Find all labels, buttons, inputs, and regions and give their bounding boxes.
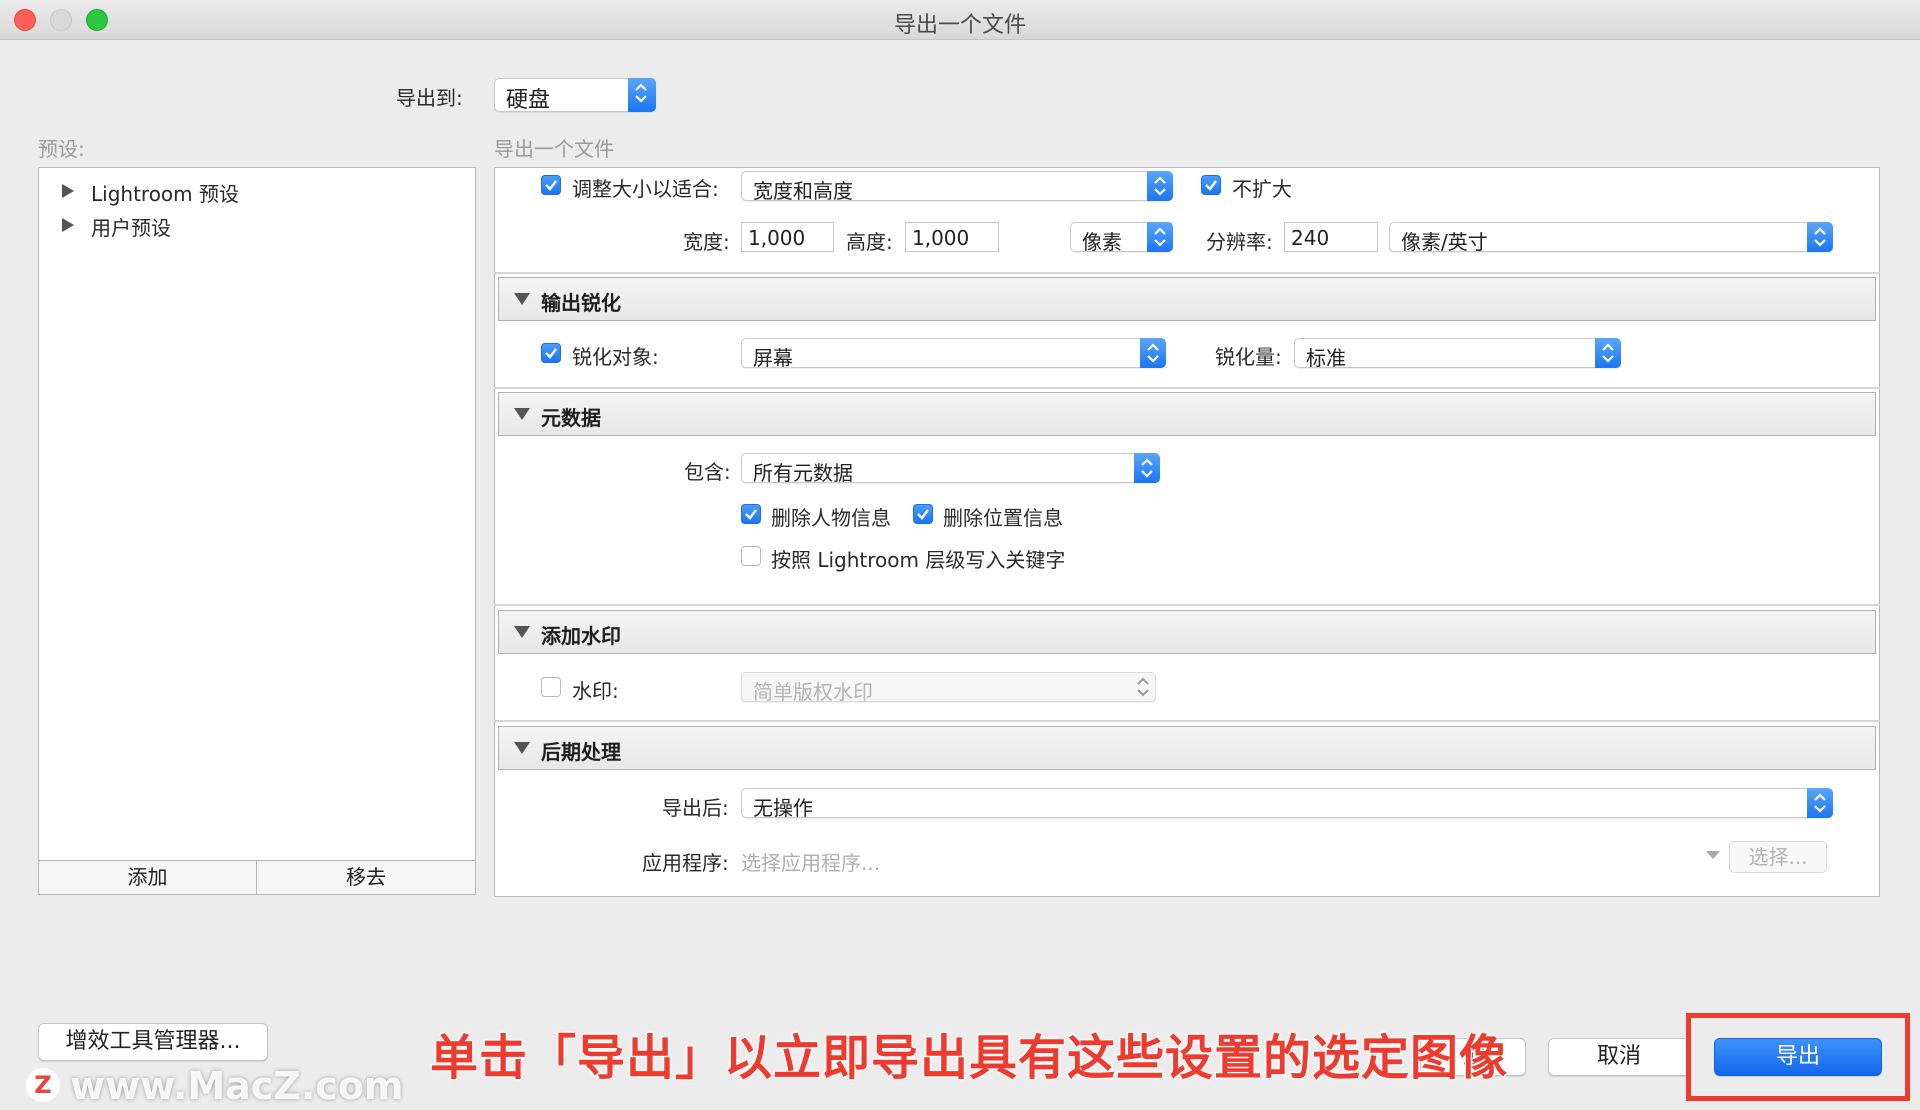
settings-panel-label: 导出一个文件 — [494, 137, 614, 161]
section-separator — [494, 272, 1880, 274]
presets-label: 预设: — [38, 137, 85, 161]
metadata-include-select[interactable]: 所有元数据 — [741, 453, 1160, 485]
section-header-watermark[interactable]: 添加水印 — [498, 610, 1876, 654]
stepper-icon — [1140, 338, 1166, 368]
after-export-label: 导出后: — [662, 796, 729, 820]
sharpen-target-label: 锐化对象: — [572, 345, 659, 369]
sharpen-checkbox[interactable] — [541, 343, 561, 363]
section-separator — [494, 604, 1880, 606]
disclosure-triangle-icon — [514, 626, 530, 638]
height-input[interactable]: 1,000 — [905, 222, 999, 252]
remove-preset-button[interactable]: 移去 — [257, 861, 475, 895]
width-label: 宽度: — [683, 230, 730, 254]
choose-application-button[interactable]: 选择... — [1729, 841, 1827, 873]
export-to-select[interactable]: 硬盘 — [494, 78, 656, 113]
stepper-icon — [1147, 171, 1173, 201]
resolution-label: 分辨率: — [1206, 230, 1273, 254]
after-export-select[interactable]: 无操作 — [741, 788, 1833, 820]
watermark-select[interactable]: 简单版权水印 — [741, 672, 1156, 704]
export-to-label: 导出到: — [396, 86, 463, 110]
watermark-label: 水印: — [572, 679, 619, 703]
no-enlarge-label: 不扩大 — [1232, 177, 1292, 201]
application-label: 应用程序: — [642, 851, 729, 875]
resolution-unit-select[interactable]: 像素/英寸 — [1389, 222, 1833, 254]
stepper-icon — [1807, 222, 1833, 252]
remove-location-info-checkbox[interactable] — [913, 504, 933, 524]
export-button-highlight — [1686, 1013, 1910, 1101]
height-label: 高度: — [846, 230, 893, 254]
remove-person-info-label: 删除人物信息 — [771, 506, 891, 530]
watermark-checkbox[interactable] — [541, 677, 561, 697]
section-header-metadata[interactable]: 元数据 — [498, 392, 1876, 436]
metadata-include-label: 包含: — [684, 460, 731, 484]
brand-watermark: www.MacZ.com — [70, 1064, 404, 1108]
presets-list: Lightroom 预设 用户预设 添加 移去 — [38, 167, 476, 895]
resize-fit-label: 调整大小以适合: — [572, 177, 719, 201]
resize-checkbox[interactable] — [541, 175, 561, 195]
disclosure-triangle-icon — [62, 184, 74, 198]
stepper-icon — [1130, 672, 1156, 702]
brand-logo-icon: Z — [26, 1068, 60, 1102]
stepper-icon — [1807, 788, 1833, 818]
plugin-manager-button[interactable]: 增效工具管理器... — [38, 1023, 268, 1061]
add-preset-button[interactable]: 添加 — [39, 861, 257, 895]
sharpen-amount-label: 锐化量: — [1215, 345, 1282, 369]
dropdown-arrow-icon[interactable] — [1705, 849, 1721, 861]
sharpen-amount-select[interactable]: 标准 — [1294, 338, 1621, 370]
hierarchy-keywords-label: 按照 Lightroom 层级写入关键字 — [771, 548, 1066, 572]
remove-location-info-label: 删除位置信息 — [943, 506, 1063, 530]
presets-toolbar: 添加 移去 — [39, 860, 475, 895]
stepper-icon — [1134, 453, 1160, 483]
size-unit-select[interactable]: 像素 — [1070, 222, 1173, 254]
section-separator — [494, 720, 1880, 722]
section-header-sharpening[interactable]: 输出锐化 — [498, 277, 1876, 321]
stepper-icon — [1595, 338, 1621, 368]
window-title: 导出一个文件 — [893, 13, 1026, 38]
sharpen-target-select[interactable]: 屏幕 — [741, 338, 1166, 370]
resolution-input[interactable]: 240 — [1284, 222, 1378, 252]
section-header-post-processing[interactable]: 后期处理 — [498, 726, 1876, 770]
width-input[interactable]: 1,000 — [741, 222, 834, 252]
application-input[interactable]: 选择应用程序... — [741, 847, 880, 876]
title-bar: 导出一个文件 — [0, 0, 1920, 40]
disclosure-triangle-icon — [514, 742, 530, 754]
no-enlarge-checkbox[interactable] — [1201, 175, 1221, 195]
stepper-icon — [1147, 222, 1173, 252]
cancel-button[interactable]: 取消 — [1548, 1038, 1690, 1076]
disclosure-triangle-icon — [514, 408, 530, 420]
resize-fit-select[interactable]: 宽度和高度 — [741, 171, 1173, 203]
remove-person-info-checkbox[interactable] — [741, 504, 761, 524]
section-separator — [494, 387, 1880, 389]
disclosure-triangle-icon — [62, 218, 74, 232]
tutorial-annotation: 单击「导出」以立即导出具有这些设置的选定图像 — [430, 1030, 1509, 1086]
stepper-icon — [628, 78, 656, 112]
hierarchy-keywords-checkbox[interactable] — [741, 546, 761, 566]
disclosure-triangle-icon — [514, 293, 530, 305]
